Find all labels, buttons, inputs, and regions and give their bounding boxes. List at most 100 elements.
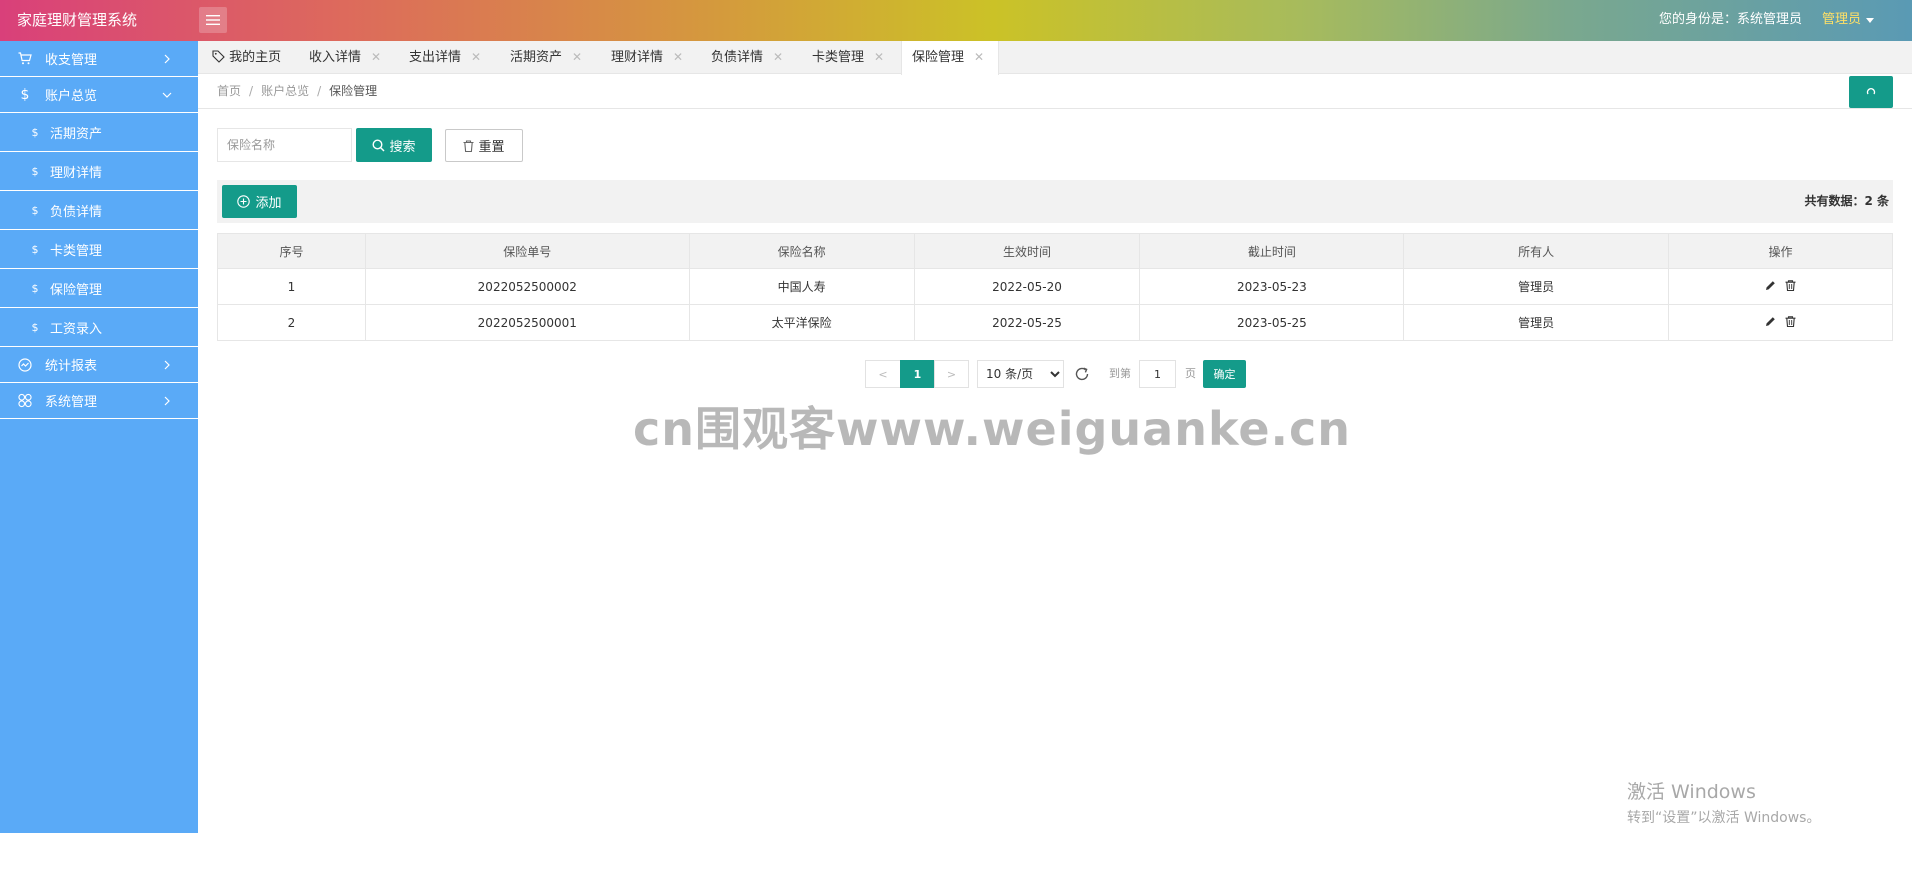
tab-wealth-details[interactable]: 理财详情 ✕: [611, 41, 683, 74]
close-icon[interactable]: ✕: [974, 50, 984, 64]
cell-policy-number: 2022052500002: [364, 268, 690, 305]
tab-label: 活期资产: [510, 50, 563, 65]
plus-circle-icon: [237, 195, 251, 208]
top-header: 家庭理财管理系统 您的身份是：系统管理员 管理员: [0, 0, 1912, 41]
sidebar-item-insurance-management[interactable]: $ 保险管理: [0, 269, 198, 308]
sidebar: 收支管理 $ 账户总览 $ 活期资产 $ 理财详情 $ 负债详情 $ 卡类管理 …: [0, 41, 198, 833]
close-icon[interactable]: ✕: [371, 50, 381, 64]
close-icon[interactable]: ✕: [874, 50, 884, 64]
column-header: 保险名称: [688, 233, 915, 269]
tab-expense-details[interactable]: 支出详情 ✕: [409, 41, 481, 74]
divider: [198, 108, 1912, 109]
page-size-select[interactable]: 10 条/页: [977, 360, 1064, 388]
reset-button[interactable]: 重置: [445, 129, 523, 162]
sidebar-item-label: 理财详情: [50, 165, 103, 181]
identity-text: 您的身份是：系统管理员: [1658, 12, 1802, 27]
sidebar-item-label: 系统管理: [45, 395, 98, 410]
breadcrumb-home[interactable]: 首页: [217, 84, 241, 98]
sidebar-item-system-management[interactable]: 系统管理: [0, 383, 198, 419]
dollar-icon: $: [31, 203, 39, 217]
table-header-row: 序号 保险单号 保险名称 生效时间 截止时间 所有人 操作: [217, 233, 1893, 269]
sidebar-item-card-management[interactable]: $ 卡类管理: [0, 230, 198, 269]
tab-insurance-management[interactable]: 保险管理 ✕: [901, 41, 999, 75]
tab-card-management[interactable]: 卡类管理 ✕: [812, 41, 884, 74]
user-menu[interactable]: 管理员: [1822, 0, 1874, 40]
tab-bar: 我的主页 收入详情 ✕ 支出详情 ✕ 活期资产 ✕ 理财详情 ✕ 负债详情 ✕ 卡类管理 ✕…: [198, 41, 1912, 75]
edit-icon[interactable]: [1765, 280, 1776, 291]
column-header: 生效时间: [913, 233, 1141, 269]
cell-actions: [1668, 268, 1893, 305]
dollar-icon: $: [31, 281, 39, 295]
cell-insurance-name: 中国人寿: [688, 268, 915, 305]
breadcrumb: 首页 / 账户总览 / 保险管理: [217, 84, 378, 98]
tag-icon: [212, 50, 225, 63]
tab-label: 负债详情: [711, 50, 764, 65]
windows-activation-notice: 激活 Windows 转到“设置”以激活 Windows。: [1627, 777, 1820, 827]
menu-toggle-button[interactable]: [199, 7, 227, 33]
prev-page-button[interactable]: <: [865, 360, 901, 388]
sidebar-item-salary-entry[interactable]: $ 工资录入: [0, 308, 198, 347]
close-icon[interactable]: ✕: [471, 50, 481, 64]
add-button[interactable]: 添加: [222, 185, 297, 218]
tab-home[interactable]: 我的主页: [212, 41, 281, 74]
watermark-text: cn围观客www.weiguanke.cn: [633, 402, 1352, 456]
hamburger-icon: [206, 15, 220, 25]
sidebar-item-label: 收支管理: [45, 53, 98, 68]
dollar-icon: $: [31, 320, 39, 334]
activation-title: 激活 Windows: [1627, 781, 1756, 803]
goto-page-input[interactable]: [1139, 360, 1176, 388]
goto-confirm-button[interactable]: 确定: [1203, 360, 1246, 388]
sidebar-item-income-expense[interactable]: 收支管理: [0, 41, 198, 77]
column-header: 保险单号: [364, 233, 690, 269]
cell-end-date: 2023-05-25: [1139, 304, 1405, 341]
next-page-button[interactable]: >: [934, 360, 969, 388]
refresh-icon: [1866, 88, 1876, 95]
tab-label: 保险管理: [912, 50, 965, 65]
refresh-button[interactable]: [1849, 76, 1893, 108]
cell-owner: 管理员: [1403, 304, 1670, 341]
delete-icon[interactable]: [1785, 279, 1796, 291]
tab-debt-details[interactable]: 负债详情 ✕: [711, 41, 783, 74]
search-button-label: 搜索: [389, 139, 416, 155]
cell-index: 1: [217, 268, 366, 305]
sidebar-item-account-overview[interactable]: $ 账户总览: [0, 77, 198, 113]
page-number-current[interactable]: 1: [900, 360, 935, 388]
dollar-icon: $: [31, 125, 39, 139]
sidebar-item-current-assets[interactable]: $ 活期资产: [0, 113, 198, 152]
column-header: 序号: [217, 233, 366, 269]
sidebar-item-label: 负债详情: [50, 204, 103, 220]
edit-icon[interactable]: [1765, 316, 1776, 327]
refresh-icon[interactable]: [1074, 366, 1090, 382]
add-button-label: 添加: [255, 196, 282, 211]
delete-icon[interactable]: [1785, 315, 1796, 327]
search-icon: [372, 138, 386, 152]
table-toolbar: 添加 共有数据：2 条: [217, 180, 1893, 223]
reset-button-label: 重置: [478, 140, 505, 155]
caret-down-icon: [1866, 17, 1874, 23]
trash-icon: [463, 139, 474, 152]
cell-policy-number: 2022052500001: [364, 304, 690, 341]
sidebar-item-label: 保险管理: [50, 282, 103, 298]
breadcrumb-account-overview[interactable]: 账户总览: [261, 84, 309, 98]
cart-icon: [18, 52, 32, 66]
chevron-down-icon: [162, 92, 172, 98]
cell-start-date: 2022-05-25: [913, 304, 1141, 341]
close-icon[interactable]: ✕: [773, 50, 783, 64]
goto-label: 到第: [1109, 367, 1131, 380]
insurance-name-input[interactable]: [217, 128, 352, 162]
tab-label: 收入详情: [309, 50, 362, 65]
app-grid-icon: [18, 393, 32, 408]
close-icon[interactable]: ✕: [673, 50, 683, 64]
dollar-icon: $: [20, 86, 30, 103]
search-button[interactable]: 搜索: [356, 128, 432, 162]
page-unit-label: 页: [1185, 367, 1196, 380]
sidebar-item-label: 卡类管理: [50, 243, 103, 259]
chevron-right-icon: [164, 396, 170, 405]
tab-income-details[interactable]: 收入详情 ✕: [309, 41, 381, 74]
close-icon[interactable]: ✕: [572, 50, 582, 64]
dollar-icon: $: [31, 242, 39, 256]
tab-current-assets[interactable]: 活期资产 ✕: [510, 41, 582, 74]
tab-label: 卡类管理: [812, 50, 865, 65]
sidebar-item-debt-details[interactable]: $ 负债详情: [0, 191, 198, 230]
sidebar-item-wealth-details[interactable]: $ 理财详情: [0, 152, 198, 191]
